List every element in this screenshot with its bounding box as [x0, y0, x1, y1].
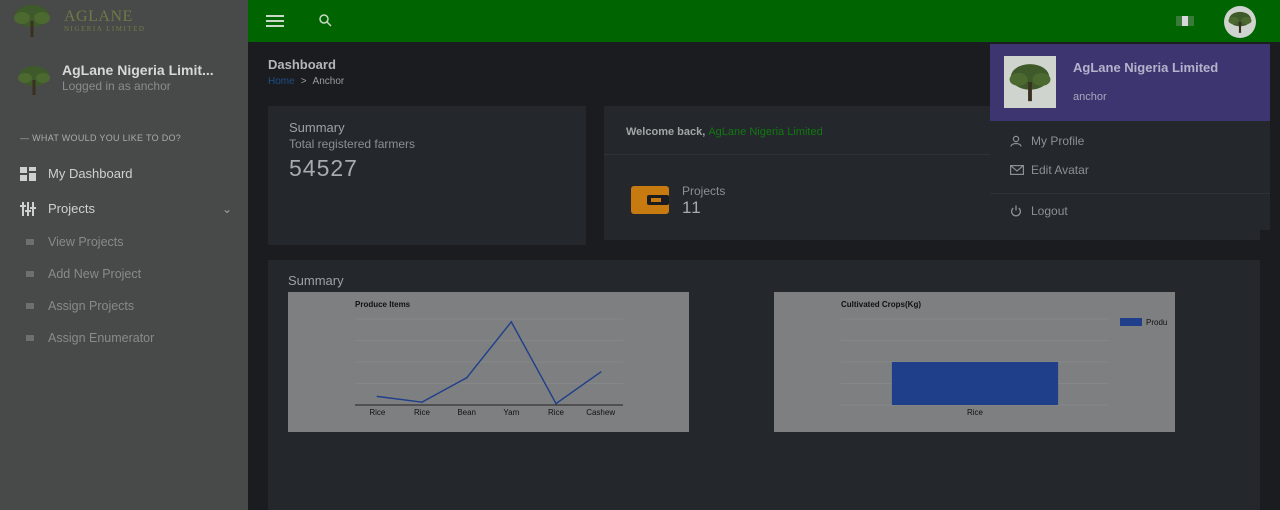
sidebar-subitem-add-new-project[interactable]: Add New Project: [26, 267, 141, 281]
breadcrumb-current: Anchor: [312, 76, 345, 87]
sidebar-subitem-assign-projects[interactable]: Assign Projects: [26, 299, 134, 313]
brand-logo[interactable]: AGLANE NIGERIA LIMITED: [0, 0, 248, 42]
cultivated-crops-chart: Cultivated Crops(Kg) Rice Produ: [774, 292, 1175, 432]
dropdown-user-name: AgLane Nigeria Limited: [1073, 60, 1219, 75]
brand-name: AGLANE: [64, 8, 133, 25]
sidebar-item-label: Projects: [48, 201, 95, 216]
avatar: [18, 66, 50, 95]
list-bullet-icon: [26, 335, 34, 341]
projects-label: Projects: [682, 184, 726, 198]
x-tick-label: Rice: [414, 408, 431, 417]
menu-item-label: My Profile: [1031, 134, 1085, 148]
summary-card-title: Summary: [289, 120, 345, 135]
produce-items-line-chart: Rice Rice Bean Yam Rice Cashew: [355, 318, 623, 417]
welcome-text: Welcome back, AgLane Nigeria Limited: [626, 126, 823, 138]
brand-subtitle: NIGERIA LIMITED: [64, 25, 146, 33]
sidebar-subitem-view-projects[interactable]: View Projects: [26, 235, 124, 249]
summary-card-subtitle: Total registered farmers: [289, 137, 416, 151]
power-icon: [1010, 205, 1024, 217]
user-icon: [1010, 135, 1024, 147]
hamburger-menu-icon[interactable]: [266, 15, 284, 27]
breadcrumb-home-link[interactable]: Home: [268, 76, 295, 87]
data-point: [421, 401, 423, 403]
projects-count: 11: [682, 198, 702, 217]
sidebar-item-my-dashboard[interactable]: My Dashboard: [20, 166, 133, 181]
tree-logo-icon: [14, 5, 50, 37]
wallet-icon: [631, 186, 669, 214]
data-point: [555, 402, 557, 405]
tree-logo-icon: [1009, 64, 1051, 102]
data-point: [465, 376, 468, 379]
x-tick-label: Yam: [503, 408, 519, 417]
produce-items-chart: Produce Items Rice Rice Bean Yam Rice Cashew: [288, 292, 689, 432]
welcome-name: AgLane Nigeria Limited: [708, 126, 823, 138]
summary-card: Summary Total registered farmers 54527: [268, 106, 586, 245]
sliders-icon: [20, 201, 36, 216]
sidebar-subitem-label: Assign Enumerator: [48, 331, 155, 345]
nigeria-flag-icon[interactable]: [1176, 16, 1194, 26]
sidebar-subitem-assign-enumerator[interactable]: Assign Enumerator: [26, 331, 154, 345]
registered-farmers-count: 54527: [289, 155, 358, 181]
sidebar: AGLANE NIGERIA LIMITED AgLane Nigeria Li…: [0, 0, 248, 510]
legend-swatch: [1120, 318, 1142, 326]
edit-avatar-menu-item[interactable]: Edit Avatar: [1010, 163, 1089, 177]
logout-menu-item[interactable]: Logout: [1010, 204, 1068, 218]
sidebar-item-projects[interactable]: Projects: [20, 201, 95, 216]
data-point: [376, 395, 379, 398]
chevron-down-icon[interactable]: ⌄: [222, 202, 232, 216]
dropdown-header: AgLane Nigeria Limited anchor: [990, 44, 1270, 121]
sidebar-item-label: My Dashboard: [48, 166, 133, 181]
sidebar-user-status: Logged in as anchor: [62, 79, 171, 93]
x-tick-label: Rice: [369, 408, 386, 417]
list-bullet-icon: [26, 239, 34, 245]
divider: [990, 193, 1270, 194]
sidebar-user: AgLane Nigeria Limit... Logged in as anc…: [16, 62, 244, 96]
avatar: [1004, 56, 1056, 108]
breadcrumb: Home > Anchor: [268, 76, 344, 87]
sidebar-user-name: AgLane Nigeria Limit...: [62, 62, 214, 78]
data-point: [510, 321, 513, 323]
envelope-icon: [1010, 164, 1024, 176]
x-tick-label: Rice: [967, 408, 984, 417]
summary-section-title: Summary: [288, 273, 344, 288]
sidebar-subitem-label: Add New Project: [48, 267, 142, 281]
dashboard-icon: [20, 166, 36, 181]
search-icon[interactable]: [318, 13, 332, 27]
sidebar-subitem-label: View Projects: [48, 235, 124, 249]
bar: [891, 362, 1059, 405]
breadcrumb-separator: >: [300, 76, 307, 87]
section-label: — WHAT WOULD YOU LIKE TO DO?: [20, 133, 182, 143]
tree-logo-icon: [1228, 11, 1252, 33]
legend-label: Produ: [1146, 318, 1167, 327]
series-line: [377, 320, 602, 405]
user-dropdown-menu: AgLane Nigeria Limited anchor My Profile…: [990, 44, 1270, 230]
cultivated-crops-bar-chart: Rice Produ: [841, 318, 1167, 417]
x-tick-label: Bean: [457, 408, 476, 417]
x-tick-label: Cashew: [586, 408, 615, 417]
list-bullet-icon: [26, 271, 34, 277]
welcome-prefix: Welcome back,: [626, 126, 706, 138]
my-profile-menu-item[interactable]: My Profile: [1010, 134, 1084, 148]
x-tick-label: Rice: [548, 408, 565, 417]
dropdown-user-role: anchor: [1073, 91, 1107, 103]
page-title: Dashboard: [268, 57, 336, 72]
data-point: [599, 371, 602, 373]
sidebar-subitem-label: Assign Projects: [48, 299, 135, 313]
topbar: [248, 0, 1280, 42]
menu-item-label: Edit Avatar: [1031, 163, 1089, 177]
menu-item-label: Logout: [1031, 204, 1068, 218]
avatar[interactable]: [1224, 6, 1256, 38]
list-bullet-icon: [26, 303, 34, 309]
